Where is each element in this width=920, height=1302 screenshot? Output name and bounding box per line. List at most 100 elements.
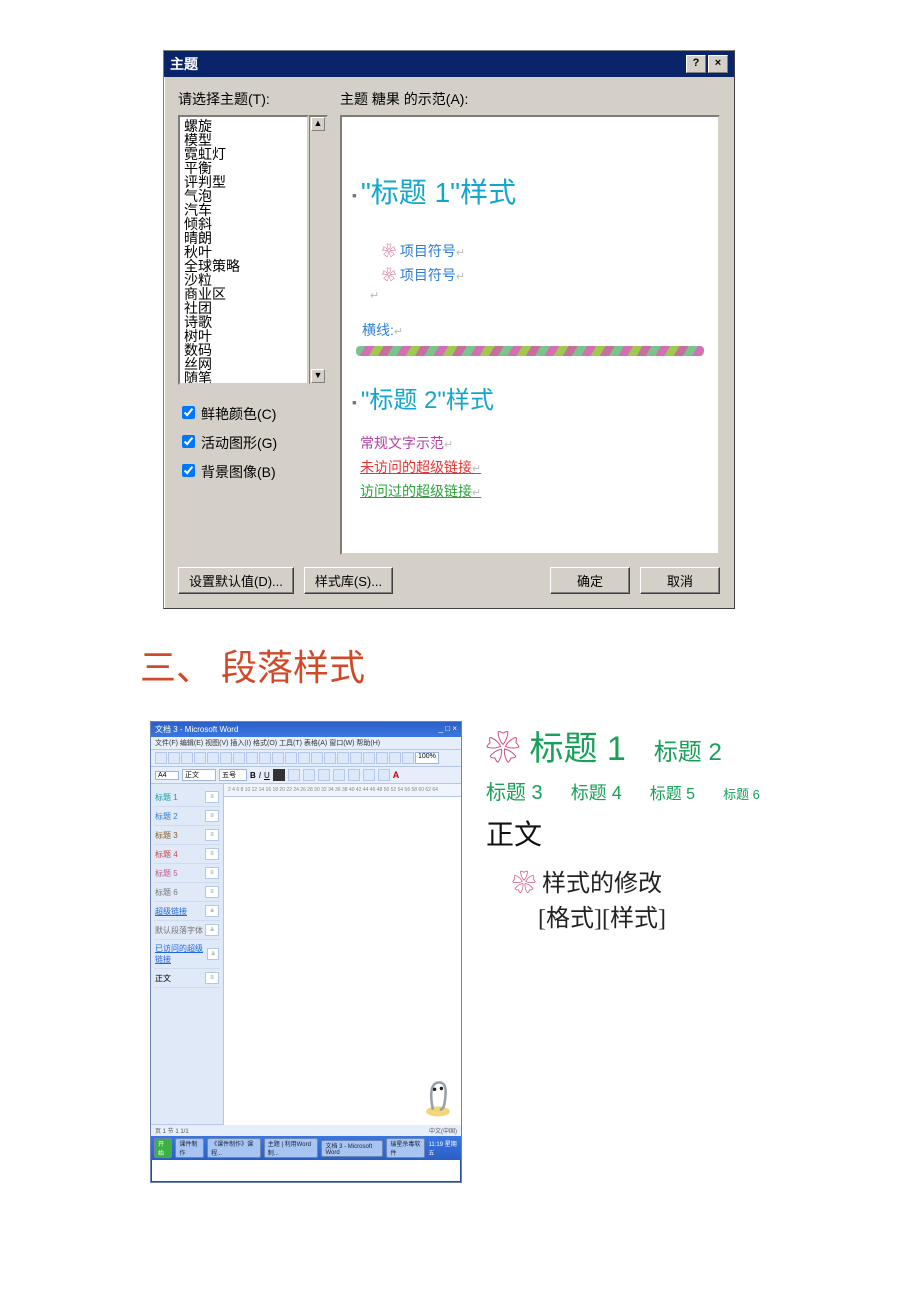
preview-unvisited-link: 未访问的超级链接: [360, 459, 472, 475]
ruler: 2 4 6 8 10 12 14 16 18 20 22 24 26 28 30…: [224, 784, 461, 797]
style-path: [格式][样式]: [538, 898, 840, 933]
select-theme-label: 请选择主题(T):: [178, 89, 328, 109]
theme-preview: "标题 1"样式 项目符号↵ 项目符号↵ ↵ 横线:↵ "标题 2"样式 常规文…: [340, 115, 720, 555]
style-modify: 样式的修改: [512, 863, 840, 898]
style-pane[interactable]: 标题 1≡ 标题 2≡ 标题 3≡ 标题 4≡ 标题 5≡ 标题 6≡ 超级链接…: [151, 784, 224, 1124]
word-menu[interactable]: 文件(F) 编辑(E) 视图(V) 插入(I) 格式(O) 工具(T) 表格(A…: [151, 737, 461, 750]
heading-examples: 标题 1 标题 2 标题 3 标题 4 标题 5 标题 6 正文 样式的修改 […: [486, 721, 840, 1183]
help-icon[interactable]: ?: [686, 55, 706, 73]
style-library-button[interactable]: 样式库(S)...: [304, 567, 393, 594]
return-icon: ↵: [370, 289, 708, 302]
style-item[interactable]: 标题 5: [155, 868, 178, 879]
preview-heading1: "标题 1"样式: [352, 171, 708, 211]
animated-graphics-checkbox[interactable]: 活动图形(G): [178, 432, 328, 453]
word-toolbar[interactable]: 100%: [151, 750, 461, 767]
task-item[interactable]: 课件制作: [175, 1138, 204, 1158]
style-a4-combo[interactable]: A4: [155, 771, 179, 780]
example-h6: 标题 6: [723, 784, 760, 803]
style-item[interactable]: 标题 1: [155, 792, 178, 803]
scroll-up-icon[interactable]: ▲: [311, 117, 325, 131]
section-heading: 三、 段落样式: [140, 639, 920, 691]
status-lang: 中文(中国): [429, 1126, 457, 1135]
status-page: 页 1 节 1 1/1: [155, 1126, 189, 1135]
start-button[interactable]: 开始: [154, 1138, 172, 1158]
style-item[interactable]: 默认段落字体: [155, 925, 203, 936]
status-bar: 页 1 节 1 1/1 中文(中国): [151, 1124, 461, 1136]
style-item[interactable]: 标题 4: [155, 849, 178, 860]
preview-bullet: 项目符号: [400, 243, 456, 259]
task-item[interactable]: 瑞星杀毒软件: [386, 1138, 425, 1158]
list-item[interactable]: 平衡: [184, 161, 303, 175]
theme-listbox[interactable]: 螺旋 模型 霓虹灯 平衡 评判型 气泡 汽车 倾斜 晴朗 秋叶 全球策略 沙粒: [178, 115, 309, 385]
preview-hr: [356, 346, 704, 356]
clock: 11:19 星期五: [428, 1139, 458, 1157]
list-item[interactable]: 螺旋: [184, 119, 303, 133]
preview-heading2: "标题 2"样式: [352, 380, 708, 415]
style-item[interactable]: 已访问的超级链接: [155, 943, 207, 965]
set-default-button[interactable]: 设置默认值(D)...: [178, 567, 294, 594]
task-item[interactable]: 主题 | 利用Word制...: [264, 1138, 319, 1158]
dialog-titlebar: 主题 ? ×: [164, 51, 734, 77]
style-combo[interactable]: 正文: [182, 769, 216, 781]
example-body: 正文: [486, 813, 840, 853]
style-item[interactable]: 标题 6: [155, 887, 178, 898]
taskbar[interactable]: 开始 课件制作 《课件制作》课程... 主题 | 利用Word制... 文档 3…: [151, 1136, 461, 1160]
style-item[interactable]: 正文: [155, 973, 171, 984]
word-titlebar: 文档 3 - Microsoft Word _ □ ×: [151, 722, 461, 737]
background-image-checkbox[interactable]: 背景图像(B): [178, 461, 328, 482]
list-item[interactable]: 商业区: [184, 287, 303, 301]
scrollbar[interactable]: ▲ ▼: [309, 115, 328, 385]
task-item[interactable]: 文档 3 - Microsoft Word: [321, 1140, 383, 1157]
example-h5: 标题 5: [650, 780, 695, 804]
list-item[interactable]: 全球策略: [184, 259, 303, 273]
ok-button[interactable]: 确定: [550, 567, 630, 594]
checkbox-label: 鲜艳颜色(C): [201, 406, 276, 422]
list-item[interactable]: 霓虹灯: [184, 147, 303, 161]
checkbox-label: 活动图形(G): [201, 435, 277, 451]
preview-hr-label: 横线:: [362, 322, 394, 338]
example-h4: 标题 4: [571, 779, 622, 805]
vivid-color-checkbox[interactable]: 鲜艳颜色(C): [178, 403, 328, 424]
list-item[interactable]: 数码: [184, 343, 303, 357]
list-item[interactable]: 社团: [184, 301, 303, 315]
checkbox-label: 背景图像(B): [201, 464, 276, 480]
preview-bullet: 项目符号: [400, 267, 456, 283]
word-title: 文档 3 - Microsoft Word: [155, 724, 238, 735]
font-color-icon[interactable]: A: [393, 770, 400, 780]
list-item[interactable]: 随笔: [184, 371, 303, 385]
list-item[interactable]: 树叶: [184, 329, 303, 343]
style-item[interactable]: 标题 2: [155, 811, 178, 822]
example-h2: 标题 2: [654, 732, 722, 767]
preview-label: 主题 糖果 的示范(A):: [340, 89, 720, 109]
document-area[interactable]: [224, 797, 461, 1125]
task-item[interactable]: 《课件制作》课程...: [207, 1138, 261, 1158]
list-item[interactable]: 气泡: [184, 189, 303, 203]
list-item[interactable]: 诗歌: [184, 315, 303, 329]
close-icon[interactable]: ×: [708, 55, 728, 73]
list-item[interactable]: 丝网: [184, 357, 303, 371]
list-item[interactable]: 晴朗: [184, 231, 303, 245]
sysbuttons-icon[interactable]: _ □ ×: [439, 724, 457, 735]
example-h1: 标题 1: [486, 721, 626, 770]
style-item[interactable]: 标题 3: [155, 830, 178, 841]
toolbar-icon[interactable]: [155, 752, 167, 764]
dialog-title: 主题: [170, 54, 198, 74]
list-item[interactable]: 倾斜: [184, 217, 303, 231]
theme-dialog: 主题 ? × 请选择主题(T): 螺旋 模型 霓虹灯 平衡 评判型: [163, 50, 735, 609]
cancel-button[interactable]: 取消: [640, 567, 720, 594]
list-item[interactable]: 模型: [184, 133, 303, 147]
word-screenshot: 文档 3 - Microsoft Word _ □ × 文件(F) 编辑(E) …: [150, 721, 462, 1183]
style-item[interactable]: 超级链接: [155, 906, 187, 917]
list-item[interactable]: 汽车: [184, 203, 303, 217]
zoom-combo[interactable]: 100%: [415, 752, 439, 764]
word-format-toolbar[interactable]: A4 正文 五号 BIU A: [151, 767, 461, 784]
example-h3: 标题 3: [486, 776, 543, 805]
clippy-icon[interactable]: [421, 1075, 455, 1119]
list-item[interactable]: 秋叶: [184, 245, 303, 259]
preview-visited-link: 访问过的超级链接: [360, 483, 472, 499]
list-item[interactable]: 沙粒: [184, 273, 303, 287]
size-combo[interactable]: 五号: [219, 769, 247, 781]
preview-normal-text: 常规文字示范: [360, 435, 444, 451]
list-item[interactable]: 评判型: [184, 175, 303, 189]
scroll-down-icon[interactable]: ▼: [311, 369, 325, 383]
